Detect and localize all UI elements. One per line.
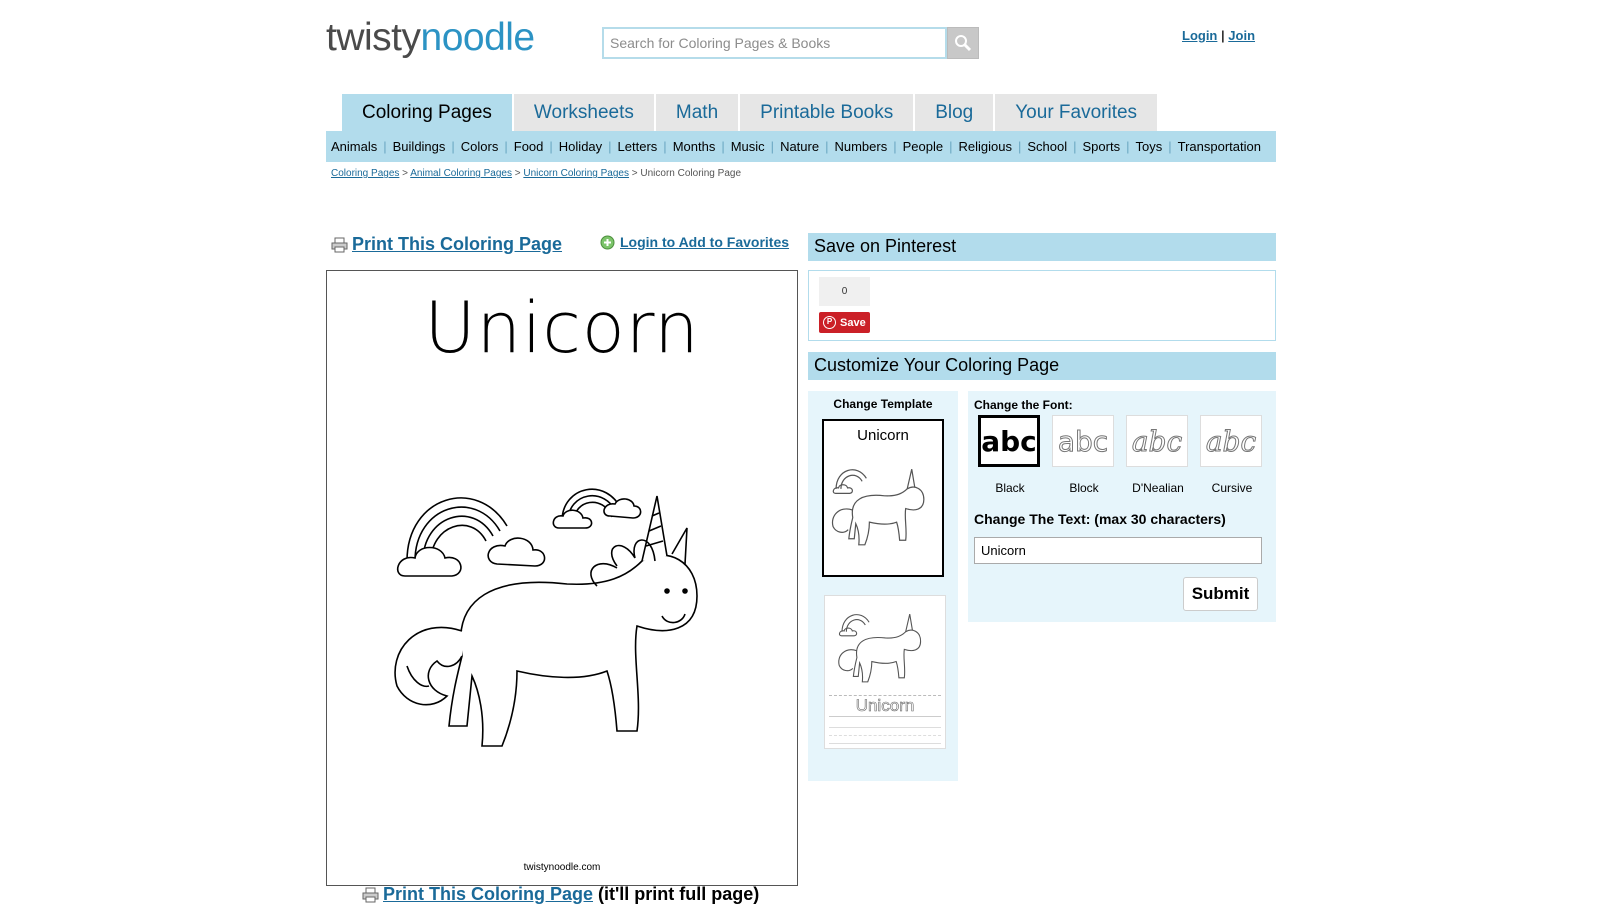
logo-part-1: twisty — [326, 16, 421, 59]
print-note: (it'll print full page) — [598, 884, 760, 904]
category-transportation[interactable]: Transportation — [1178, 139, 1261, 154]
unicorn-thumbnail — [831, 469, 925, 546]
category-letters[interactable]: Letters — [618, 139, 658, 154]
font-sample-black: abc — [978, 415, 1040, 467]
font-label-black: Black — [995, 481, 1025, 495]
tab-math[interactable]: Math — [655, 94, 739, 131]
font-options: abc Black abc Block abc D'Nealian abc Cu… — [978, 415, 1274, 495]
category-food[interactable]: Food — [514, 139, 544, 154]
coloring-sheet: Unicorn twistynoodle.com — [326, 270, 798, 886]
font-label-block: Block — [1069, 481, 1099, 495]
template-thumbnail-1[interactable]: Unicorn — [822, 419, 944, 577]
print-label: Print This Coloring Page — [352, 234, 563, 254]
page-container: twistynoodle Login | Join Coloring Pages… — [326, 0, 1276, 904]
change-font-label: Change the Font: — [974, 398, 1073, 412]
submit-button[interactable]: Submit — [1183, 577, 1258, 611]
login-link[interactable]: Login — [1182, 28, 1217, 43]
category-toys[interactable]: Toys — [1135, 139, 1162, 154]
font-option-black[interactable]: abc Black — [978, 415, 1042, 495]
category-music[interactable]: Music — [731, 139, 765, 154]
main-nav: Coloring Pages Worksheets Math Printable… — [342, 94, 1159, 131]
tab-coloring-pages[interactable]: Coloring Pages — [342, 94, 512, 131]
logo-part-2: noodle — [420, 16, 536, 59]
category-religious[interactable]: Religious — [959, 139, 1012, 154]
sidebar: Save on Pinterest 0 P Save Customize You… — [808, 233, 1276, 781]
breadcrumb-coloring-pages[interactable]: Coloring Pages — [331, 168, 399, 179]
pinterest-box: 0 P Save — [808, 270, 1276, 341]
sheet-title: Unicorn — [424, 287, 700, 369]
font-option-block[interactable]: abc Block — [1052, 415, 1116, 495]
tab-blog[interactable]: Blog — [915, 94, 994, 131]
font-sample-cursive: abc — [1200, 415, 1262, 467]
auth-separator: | — [1221, 28, 1225, 43]
category-nav: Animals | Buildings | Colors | Food | Holida… — [326, 131, 1276, 162]
search-bar — [602, 27, 979, 59]
pinterest-heading: Save on Pinterest — [808, 233, 1276, 261]
font-column: Change the Font: abc Black abc Block abc… — [968, 391, 1276, 622]
pinterest-save-label: Save — [840, 316, 866, 329]
category-sports[interactable]: Sports — [1083, 139, 1121, 154]
pinterest-save-button[interactable]: P Save — [819, 312, 870, 333]
printer-icon — [331, 237, 348, 252]
join-link[interactable]: Join — [1228, 28, 1255, 43]
breadcrumb-animal-coloring-pages[interactable]: Animal Coloring Pages — [410, 168, 512, 179]
unicorn-illustration — [394, 488, 698, 747]
breadcrumb-unicorn-coloring-pages[interactable]: Unicorn Coloring Pages — [523, 168, 629, 179]
plus-circle-icon — [600, 235, 615, 249]
tab-worksheets[interactable]: Worksheets — [513, 94, 654, 131]
add-favorites-link[interactable]: Login to Add to Favorites — [600, 234, 789, 250]
print-label-bottom: Print This Coloring Page — [383, 884, 594, 904]
favorites-label: Login to Add to Favorites — [620, 234, 790, 250]
printer-icon — [362, 887, 379, 902]
font-label-dnealian: D'Nealian — [1132, 481, 1184, 495]
font-sample-block: abc — [1052, 415, 1114, 467]
font-option-cursive[interactable]: abc Cursive — [1200, 415, 1264, 495]
customize-panel: Change Template Unicorn Unicorn Change t… — [808, 391, 1276, 781]
tab-printable-books[interactable]: Printable Books — [740, 94, 914, 131]
tab-your-favorites[interactable]: Your Favorites — [995, 94, 1158, 131]
customize-heading: Customize Your Coloring Page — [808, 352, 1276, 380]
category-colors[interactable]: Colors — [461, 139, 499, 154]
change-text-label: Change The Text: (max 30 characters) — [974, 511, 1226, 527]
sheet-footer: twistynoodle.com — [523, 862, 601, 873]
category-people[interactable]: People — [903, 139, 943, 154]
template-column: Change Template Unicorn Unicorn — [808, 391, 958, 781]
site-logo[interactable]: twistynoodle — [326, 18, 535, 57]
font-label-cursive: Cursive — [1211, 481, 1253, 495]
search-input[interactable] — [602, 27, 947, 59]
pin-count: 0 — [819, 277, 870, 306]
category-animals[interactable]: Animals — [331, 139, 377, 154]
template-thumb-title: Unicorn — [857, 427, 909, 444]
pinterest-icon: P — [823, 316, 836, 329]
category-school[interactable]: School — [1027, 139, 1067, 154]
font-sample-dnealian: abc — [1126, 415, 1188, 467]
print-link-bottom[interactable]: Print This Coloring Page (it'll print fu… — [362, 884, 759, 905]
category-months[interactable]: Months — [673, 139, 716, 154]
search-button[interactable] — [947, 27, 979, 59]
unicorn-thumbnail — [838, 614, 922, 683]
tracing-text: Unicorn — [829, 695, 941, 717]
breadcrumb: Coloring Pages > Animal Coloring Pages >… — [331, 168, 742, 179]
category-nature[interactable]: Nature — [780, 139, 819, 154]
search-icon — [955, 35, 972, 52]
category-holiday[interactable]: Holiday — [559, 139, 602, 154]
custom-text-input[interactable] — [974, 537, 1262, 564]
change-template-label: Change Template — [833, 397, 933, 411]
template-thumbnail-2[interactable]: Unicorn — [824, 595, 946, 749]
category-buildings[interactable]: Buildings — [393, 139, 446, 154]
category-numbers[interactable]: Numbers — [834, 139, 887, 154]
print-link-top[interactable]: Print This Coloring Page — [331, 234, 562, 255]
auth-links: Login | Join — [1182, 28, 1255, 43]
font-option-dnealian[interactable]: abc D'Nealian — [1126, 415, 1190, 495]
breadcrumb-current: Unicorn Coloring Page — [640, 168, 742, 179]
